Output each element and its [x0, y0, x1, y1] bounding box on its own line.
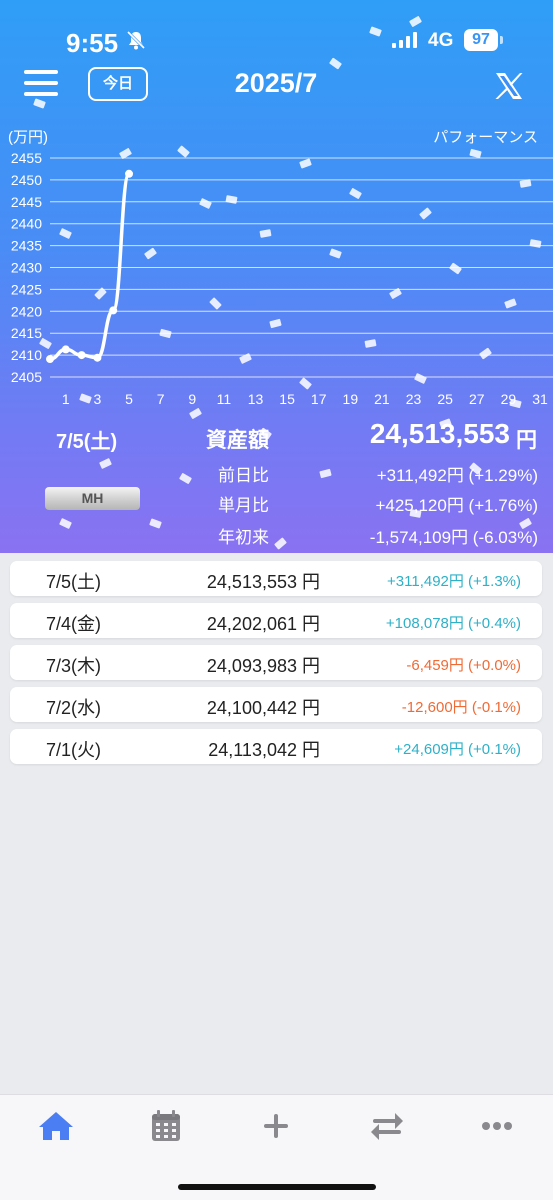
row-change: -6,459円 (+0.0%)	[406, 657, 521, 674]
mh-button[interactable]: MH	[45, 487, 140, 510]
row-amount: 24,093,983 円	[206, 656, 320, 676]
x-tick-label: 11	[217, 391, 232, 407]
daily-list: 7/5(土) 24,513,553 円 +311,492円 (+1.3%) 7/…	[10, 561, 542, 771]
row-date: 7/3(木)	[46, 656, 102, 676]
row-date: 7/1(火)	[46, 740, 102, 760]
signal-icon	[392, 32, 418, 53]
y-tick-label: 2425	[11, 281, 42, 297]
confetti-piece	[149, 518, 162, 529]
row-change: -12,600円 (-0.1%)	[401, 699, 521, 716]
x-tick-label: 23	[406, 391, 422, 407]
y-tick-label: 2455	[11, 150, 42, 166]
row-date: 7/2(水)	[46, 698, 102, 718]
y-axis-ticks: 2405 2410 2415 2420 2425 2430 2435 2440 2445 2450…	[11, 150, 42, 385]
month-title[interactable]: 2025/7	[196, 68, 356, 99]
y-tick-label: 2420	[11, 303, 42, 319]
x-tick-label: 25	[437, 391, 453, 407]
x-tick-label: 5	[125, 391, 133, 407]
summary-unit: 円	[516, 429, 537, 452]
more-icon[interactable]	[475, 1109, 519, 1143]
confetti-piece	[178, 472, 193, 485]
x-tick-label: 13	[248, 391, 264, 407]
x-tick-label: 1	[62, 391, 70, 407]
confetti-piece	[99, 458, 112, 469]
month-value: +425,120円 (+1.76%)	[375, 496, 538, 515]
x-axis-ticks: 1 3 5 7 9 11 13 15 17 19 21 23 25 27 29 31	[62, 391, 548, 407]
chart-ylabel: (万円)	[8, 129, 48, 146]
status-time: 9:55	[66, 28, 119, 58]
row-date: 7/4(金)	[46, 614, 102, 634]
series-point	[46, 355, 54, 364]
series-point	[109, 306, 118, 315]
menu-icon[interactable]	[24, 70, 58, 100]
x-tick-label: 15	[279, 391, 295, 407]
network-type: 4G	[428, 30, 454, 51]
x-tick-label: 19	[343, 391, 359, 407]
list-item[interactable]: 7/2(水) 24,100,442 円 -12,600円 (-0.1%)	[10, 687, 542, 722]
row-amount: 24,513,553 円	[206, 572, 320, 592]
nav-bar: 今日 2025/7	[0, 60, 553, 110]
x-tick-label: 9	[188, 391, 196, 407]
calendar-icon[interactable]	[144, 1109, 188, 1143]
series-point	[125, 169, 134, 178]
chart-series	[46, 169, 134, 364]
bell-muted-icon	[126, 30, 146, 55]
x-tick-label: 17	[311, 391, 327, 407]
list-item[interactable]: 7/5(土) 24,513,553 円 +311,492円 (+1.3%)	[10, 561, 542, 596]
header-panel: 9:55 4G 97 今日 2025/7 (万円) パフォーマンス 2405 2…	[0, 0, 553, 553]
y-tick-label: 2405	[11, 369, 42, 385]
battery-tip	[500, 36, 503, 44]
x-tick-label: 7	[157, 391, 165, 407]
summary-label: 資産額	[206, 429, 269, 452]
transfer-icon[interactable]	[365, 1109, 409, 1143]
prev-day-label: 前日比	[218, 466, 269, 485]
series-point	[77, 351, 86, 360]
row-amount: 24,100,442 円	[206, 698, 320, 718]
month-label: 単月比	[218, 496, 269, 515]
home-icon[interactable]	[34, 1109, 78, 1143]
y-tick-label: 2450	[11, 172, 42, 188]
battery-icon: 97	[464, 29, 498, 51]
list-item[interactable]: 7/1(火) 24,113,042 円 +24,609円 (+0.1%)	[10, 729, 542, 764]
prev-day-value: +311,492円 (+1.29%)	[376, 466, 538, 485]
y-tick-label: 2415	[11, 325, 42, 341]
row-date: 7/5(土)	[46, 572, 102, 592]
y-tick-label: 2410	[11, 347, 42, 363]
total-assets-value: 24,513,553	[369, 418, 510, 449]
row-change: +311,492円 (+1.3%)	[387, 573, 521, 590]
row-amount: 24,113,042 円	[208, 740, 320, 760]
row-change: +24,609円 (+0.1%)	[394, 741, 521, 758]
performance-chart: (万円) パフォーマンス 2405 2410 2415 2420 2425 2430 243…	[8, 129, 553, 407]
row-change: +108,078円 (+0.4%)	[385, 615, 521, 632]
ytd-label: 年初来	[218, 528, 269, 547]
series-point	[61, 345, 70, 354]
list-item[interactable]: 7/3(木) 24,093,983 円 -6,459円 (+0.0%)	[10, 645, 542, 680]
y-tick-label: 2430	[11, 260, 42, 276]
today-button[interactable]: 今日	[88, 67, 148, 101]
y-tick-label: 2435	[11, 238, 42, 254]
x-tick-label: 31	[532, 391, 548, 407]
x-tick-label: 21	[374, 391, 390, 407]
confetti-piece	[274, 537, 287, 550]
confetti-piece	[59, 518, 72, 529]
chart-title[interactable]: パフォーマンス	[433, 129, 538, 146]
plus-icon[interactable]	[254, 1109, 298, 1143]
x-tick-label: 27	[469, 391, 485, 407]
summary-date: 7/5(土)	[56, 431, 118, 453]
x-share-icon[interactable]	[494, 72, 524, 105]
ytd-value: -1,574,109円 (-6.03%)	[369, 528, 538, 547]
series-point	[93, 353, 102, 362]
x-tick-label: 3	[94, 391, 102, 407]
list-item[interactable]: 7/4(金) 24,202,061 円 +108,078円 (+0.4%)	[10, 603, 542, 638]
row-amount: 24,202,061 円	[206, 614, 320, 634]
home-indicator	[178, 1184, 376, 1190]
y-tick-label: 2440	[11, 216, 42, 232]
y-tick-label: 2445	[11, 194, 42, 210]
x-tick-label: 29	[501, 391, 517, 407]
